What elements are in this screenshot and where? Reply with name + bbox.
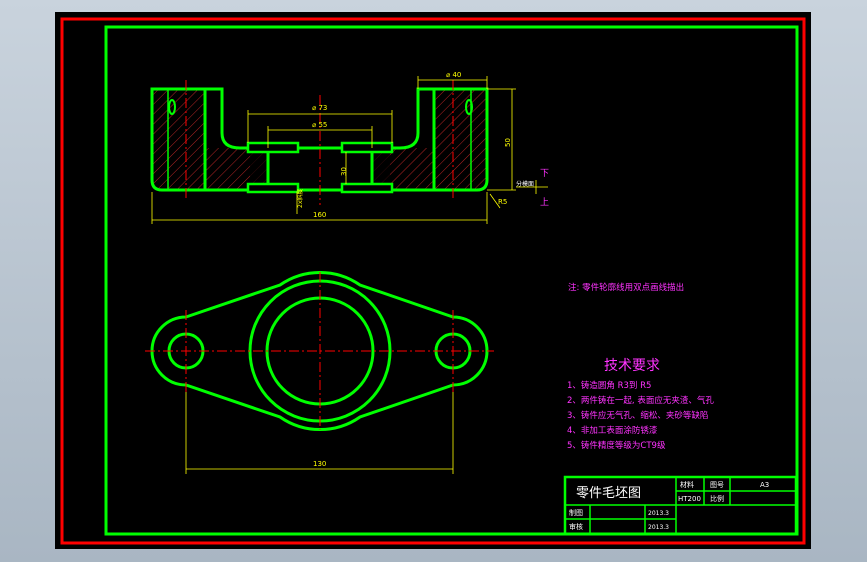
tech-item-5: 5、铸件精度等级为CT9级 — [567, 440, 666, 451]
dim-d73: ⌀ 73 — [312, 104, 327, 112]
dim-d55: ⌀ 55 — [312, 121, 327, 129]
material-value: HT200 — [678, 495, 701, 503]
parting-label: 分模面 — [516, 180, 534, 188]
drawn-label: 制图 — [569, 508, 583, 517]
scale-label: 比例 — [710, 494, 724, 503]
outline-note: 注: 零件轮廓线用双点画线描出 — [568, 282, 684, 293]
dim-w160: 160 — [313, 211, 326, 219]
parting-bottom: 上 — [540, 197, 549, 208]
tech-item-3: 3、铸件应无气孔、缩松、夹砂等缺陷 — [567, 410, 708, 421]
cad-viewport[interactable]: ⌀ 40 ⌀ 73 ⌀ 55 50 30 160 R5 2x斜度 分模面 下 上… — [55, 12, 811, 549]
checked-date: 2013.3 — [648, 524, 669, 531]
top-view — [145, 271, 494, 474]
bore-shoulder-left-b — [246, 182, 300, 194]
tech-item-1: 1、铸造圆角 R3到 R5 — [567, 380, 651, 391]
tech-title: 技术要求 — [604, 358, 660, 374]
dim-d40: ⌀ 40 — [446, 71, 461, 79]
tech-item-4: 4、非加工表面涂防锈漆 — [567, 425, 658, 436]
hatch-left-base — [205, 148, 250, 190]
parting-top: 下 — [540, 169, 549, 179]
drawing-canvas: ⌀ 40 ⌀ 73 ⌀ 55 50 30 160 R5 2x斜度 分模面 下 上… — [60, 17, 806, 545]
dim-side-note: 2x斜度 — [296, 189, 304, 208]
drawing-no-label: 图号 — [710, 481, 724, 489]
dim-h50: 50 — [504, 138, 512, 147]
tech-item-2: 2、两件铸在一起, 表面应无夹渣、气孔 — [567, 395, 714, 406]
drawing-no-value: A3 — [760, 481, 769, 489]
bore-shoulder-left — [246, 141, 300, 154]
material-label: 材料 — [680, 480, 694, 489]
hatch-right-base — [390, 148, 434, 190]
bore-shoulder-right-b — [340, 182, 394, 194]
dim-r5: R5 — [498, 198, 507, 206]
drawing-title: 零件毛坯图 — [576, 486, 641, 501]
hatch-left — [152, 89, 205, 190]
dim-w130: 130 — [313, 460, 326, 468]
checked-label: 审核 — [569, 522, 583, 531]
dim-h30: 30 — [340, 167, 348, 176]
section-view — [150, 76, 548, 224]
drawn-date: 2013.3 — [648, 510, 669, 517]
hatch-right — [434, 89, 487, 190]
bore-shoulder-right — [340, 141, 394, 154]
